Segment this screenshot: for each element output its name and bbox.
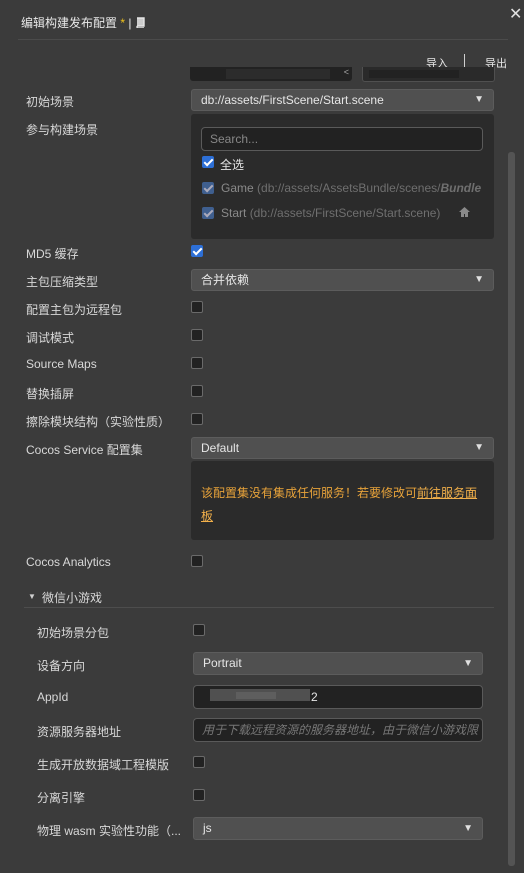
start-scene-subpackage-label: 初始场景分包 — [37, 626, 110, 640]
section-divider — [24, 607, 494, 608]
dropdown-arrow-icon: ▼ — [474, 94, 484, 105]
remote-server-placeholder: 用于下载远程资源的服务器地址，由于微信小游戏限 — [202, 723, 479, 737]
scene-search-input[interactable]: Search... — [201, 127, 483, 151]
compression-select[interactable]: 合并依赖 ▼ — [191, 269, 494, 291]
close-icon[interactable]: ✕ — [509, 4, 522, 24]
scene-item-start[interactable]: Start (db://assets/FirstScene/Start.scen… — [221, 206, 440, 220]
replace-splash-label: 替换插屏 — [26, 387, 75, 401]
title-separator: | — [128, 16, 132, 30]
remote-bundle-checkbox[interactable] — [191, 301, 203, 313]
compression-value: 合并依赖 — [201, 273, 250, 287]
md5-cache-label: MD5 缓存 — [26, 247, 79, 261]
window-title: 编辑构建发布配置 — [21, 16, 118, 30]
open-data-template-label: 生成开放数据域工程模版 — [37, 758, 170, 772]
window-title-group: 编辑构建发布配置 * | — [21, 14, 146, 31]
cocos-analytics-checkbox[interactable] — [191, 555, 203, 567]
cocos-service-value: Default — [201, 441, 240, 455]
debug-mode-checkbox[interactable] — [191, 329, 203, 341]
orientation-label: 设备方向 — [37, 659, 86, 673]
remote-server-label: 资源服务器地址 — [37, 725, 122, 739]
dropdown-arrow-icon: ▼ — [463, 658, 473, 669]
open-data-template-checkbox[interactable] — [193, 756, 205, 768]
select-all-checkbox[interactable] — [202, 156, 214, 168]
scrollbar-thumb[interactable] — [508, 152, 515, 866]
warning-text: 该配置集没有集成任何服务！若要修改可 — [201, 486, 418, 500]
start-scene-value: db://assets/FirstScene/Start.scene — [201, 93, 384, 107]
md5-cache-checkbox[interactable] — [191, 245, 203, 257]
physics-wasm-label: 物理 wasm 实验性功能（... — [37, 824, 182, 838]
dropdown-arrow-icon: ▼ — [474, 442, 484, 453]
title-divider — [18, 39, 508, 40]
select-all-label: 全选 — [220, 158, 245, 172]
home-icon — [458, 206, 471, 221]
start-scene-select[interactable]: db://assets/FirstScene/Start.scene ▼ — [191, 89, 494, 111]
start-scene-label: 初始场景 — [26, 95, 75, 109]
cocos-service-label: Cocos Service 配置集 — [26, 443, 143, 457]
physics-wasm-select[interactable]: js ▼ — [193, 817, 483, 840]
scene-game-checkbox[interactable] — [202, 182, 214, 194]
scene-path: (db://assets/FirstScene/Start.scene) — [249, 206, 441, 220]
compression-label: 主包压缩类型 — [26, 275, 99, 289]
scrolled-field-right[interactable] — [362, 67, 495, 82]
scene-item-game[interactable]: Game (db://assets/AssetsBundle/scenes/Bu… — [221, 181, 481, 195]
caret-down-icon[interactable]: ▼ — [28, 592, 36, 601]
physics-wasm-value: js — [203, 821, 212, 835]
orientation-select[interactable]: Portrait ▼ — [193, 652, 483, 675]
modified-marker: * — [120, 16, 126, 30]
replace-splash-checkbox[interactable] — [191, 385, 203, 397]
scene-name: Start — [221, 206, 247, 220]
service-warning-message: 该配置集没有集成任何服务！若要修改可前往服务面板 — [201, 482, 486, 528]
debug-mode-label: 调试模式 — [26, 331, 75, 345]
source-maps-label: Source Maps — [26, 357, 97, 371]
scene-path: (db://assets/AssetsBundle/scenes/ — [257, 181, 441, 195]
scene-bundle: Bundle — [440, 181, 482, 195]
appid-redaction-inner — [236, 692, 276, 699]
build-scenes-label: 参与构建场景 — [26, 123, 99, 137]
orientation-value: Portrait — [203, 656, 242, 670]
separate-engine-label: 分离引擎 — [37, 791, 86, 805]
cocos-analytics-label: Cocos Analytics — [26, 555, 111, 569]
wechat-section-title[interactable]: 微信小游戏 — [42, 589, 102, 606]
erase-module-checkbox[interactable] — [191, 413, 203, 425]
remote-bundle-label: 配置主包为远程包 — [26, 303, 123, 317]
start-scene-subpackage-checkbox[interactable] — [193, 624, 205, 636]
scene-start-checkbox[interactable] — [202, 207, 214, 219]
appid-label: AppId — [37, 690, 69, 704]
appid-value: 2 — [311, 690, 318, 704]
separate-engine-checkbox[interactable] — [193, 789, 205, 801]
dropdown-arrow-icon: ▼ — [474, 274, 484, 285]
remote-server-input[interactable]: 用于下载远程资源的服务器地址，由于微信小游戏限 — [193, 718, 483, 742]
scene-name: Game — [221, 181, 254, 195]
erase-module-label: 擦除模块结构（实验性质） — [26, 415, 171, 429]
book-icon[interactable] — [135, 17, 146, 31]
cocos-service-select[interactable]: Default ▼ — [191, 437, 494, 459]
dropdown-arrow-icon: ▼ — [463, 823, 473, 834]
source-maps-checkbox[interactable] — [191, 357, 203, 369]
scrolled-field-left[interactable]: < — [190, 67, 352, 81]
toolbar-separator — [464, 54, 465, 67]
